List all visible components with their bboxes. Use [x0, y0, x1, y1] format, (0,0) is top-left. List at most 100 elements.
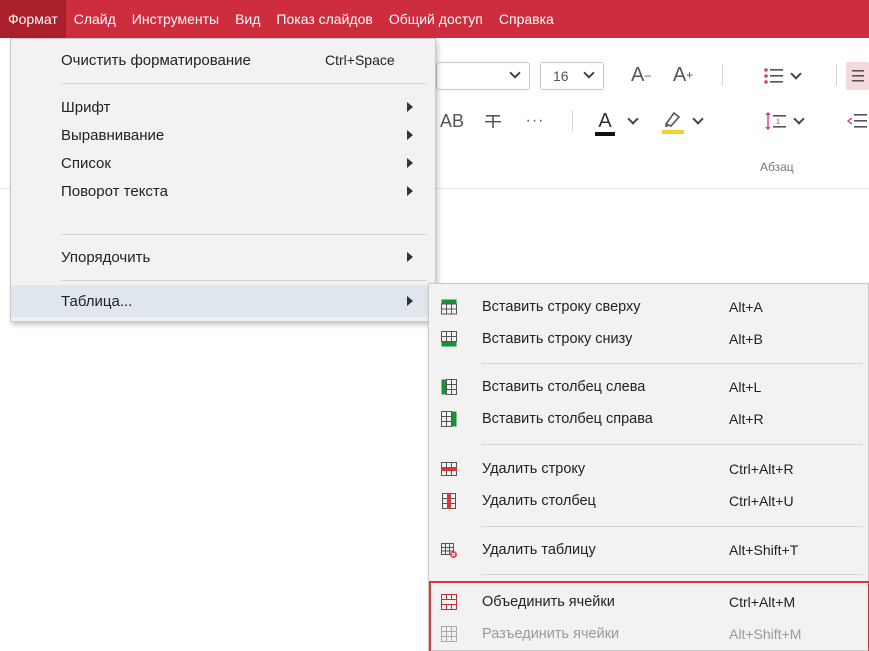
insert-row-below-shortcut: Alt+B: [729, 331, 763, 347]
delete-column-shortcut: Ctrl+Alt+U: [729, 493, 794, 509]
insert-row-above-icon: [441, 299, 457, 315]
split-cells-icon: [441, 626, 457, 642]
table-submenu: Вставить строку сверху Alt+A Вставить ст…: [428, 283, 869, 651]
merge-cells-item[interactable]: Объединить ячейки Ctrl+Alt+M: [429, 587, 868, 617]
chevron-down-icon: [627, 113, 639, 125]
delete-row-label: Удалить строку: [482, 461, 586, 477]
chevron-down-icon: [790, 68, 802, 80]
highlighter-icon: [664, 111, 681, 127]
font-color-button[interactable]: A: [590, 104, 642, 138]
more-button[interactable]: ···: [520, 106, 550, 136]
alignment-item[interactable]: Выравнивание: [11, 120, 435, 150]
delete-row-icon: [441, 462, 457, 476]
insert-row-above-shortcut: Alt+A: [729, 299, 763, 315]
menu-slide[interactable]: Слайд: [66, 0, 124, 38]
font-size-dropdown[interactable]: 16: [540, 62, 604, 90]
menu-sharing[interactable]: Общий доступ: [381, 0, 491, 38]
split-cells-shortcut: Alt+Shift+M: [729, 626, 802, 642]
insert-row-below-item[interactable]: Вставить строку снизу Alt+B: [429, 324, 868, 354]
split-cells-label: Разъединить ячейки: [482, 626, 620, 642]
shrink-font-sup: –: [644, 68, 652, 82]
all-caps-label: AB: [439, 110, 464, 131]
menu-separator: [61, 83, 427, 84]
line-spacing-icon: 1: [765, 112, 786, 130]
chevron-down-icon: [692, 113, 704, 125]
chevron-down-icon: [793, 113, 805, 125]
arrange-item[interactable]: Упорядочить: [11, 242, 435, 272]
delete-row-item[interactable]: Удалить строку Ctrl+Alt+R: [429, 454, 868, 484]
submenu-arrow-icon: [407, 252, 413, 262]
more-label: ···: [525, 112, 545, 129]
menu-separator: [61, 234, 427, 235]
delete-table-item[interactable]: Удалить таблицу Alt+Shift+T: [429, 535, 868, 565]
chevron-down-icon: [509, 67, 521, 79]
insert-column-left-item[interactable]: Вставить столбец слева Alt+L: [429, 372, 868, 402]
menu-format[interactable]: Формат: [0, 0, 66, 38]
menu-separator: [481, 526, 863, 527]
delete-table-label: Удалить таблицу: [482, 542, 596, 558]
strikethrough-icon: [485, 115, 501, 128]
align-left-icon: [851, 70, 864, 82]
font-item[interactable]: Шрифт: [11, 92, 435, 122]
insert-column-right-label: Вставить столбец справа: [482, 411, 653, 427]
font-color-bar: [595, 131, 615, 136]
grow-font-button[interactable]: A +: [670, 60, 696, 90]
divider: [572, 110, 573, 132]
menu-slideshow[interactable]: Показ слайдов: [268, 0, 380, 38]
submenu-arrow-icon: [407, 102, 413, 112]
list-label: Список: [61, 154, 111, 172]
submenu-arrow-icon: [407, 130, 413, 140]
list-item[interactable]: Список: [11, 148, 435, 178]
line-spacing-button[interactable]: 1: [760, 104, 808, 138]
all-caps-button[interactable]: AB: [437, 106, 467, 136]
decrease-indent-button[interactable]: [844, 104, 869, 138]
menu-separator: [481, 363, 863, 364]
highlight-color-button[interactable]: [656, 104, 708, 138]
delete-table-shortcut: Alt+Shift+T: [729, 542, 799, 558]
insert-column-right-shortcut: Alt+R: [729, 411, 764, 427]
clear-formatting-item[interactable]: Очистить форматирование Ctrl+Space: [11, 45, 435, 75]
menu-separator: [481, 574, 863, 575]
delete-row-shortcut: Ctrl+Alt+R: [729, 461, 794, 477]
insert-row-above-item[interactable]: Вставить строку сверху Alt+A: [429, 292, 868, 322]
menu-view[interactable]: Вид: [227, 0, 268, 38]
bullet-list-button[interactable]: [762, 62, 802, 90]
text-rotation-item[interactable]: Поворот текста: [11, 176, 435, 206]
delete-column-item[interactable]: Удалить столбец Ctrl+Alt+U: [429, 486, 868, 516]
arrange-label: Упорядочить: [61, 248, 151, 266]
align-left-button[interactable]: [846, 62, 869, 90]
split-cells-item: Разъединить ячейки Alt+Shift+M: [429, 619, 868, 649]
chevron-down-icon: [583, 67, 595, 79]
merge-cells-icon: [441, 594, 457, 610]
submenu-arrow-icon: [407, 296, 413, 306]
merge-cells-shortcut: Ctrl+Alt+M: [729, 594, 796, 610]
insert-row-above-label: Вставить строку сверху: [482, 299, 641, 315]
insert-column-left-label: Вставить столбец слева: [482, 379, 646, 395]
menu-help[interactable]: Справка: [491, 0, 562, 38]
font-size-value: 16: [553, 68, 569, 84]
format-menu: Очистить форматирование Ctrl+Space Шрифт…: [10, 38, 436, 322]
text-rotation-label: Поворот текста: [61, 182, 168, 200]
insert-column-left-shortcut: Alt+L: [729, 379, 762, 395]
svg-text:1: 1: [776, 119, 780, 126]
insert-column-right-icon: [441, 411, 457, 427]
divider: [722, 64, 723, 86]
shrink-font-button[interactable]: A –: [628, 60, 654, 90]
table-item[interactable]: Таблица...: [11, 285, 435, 317]
shrink-font-label: A: [630, 63, 645, 86]
clear-formatting-label: Очистить форматирование: [61, 51, 251, 69]
decrease-indent-icon: [846, 114, 867, 128]
menu-tools[interactable]: Инструменты: [124, 0, 227, 38]
submenu-arrow-icon: [407, 158, 413, 168]
delete-table-icon: [441, 543, 457, 558]
clear-formatting-shortcut: Ctrl+Space: [325, 52, 395, 68]
insert-column-right-item[interactable]: Вставить столбец справа Alt+R: [429, 404, 868, 434]
paragraph-group-label: Абзац: [760, 160, 794, 174]
menu-bar: Формат Слайд Инструменты Вид Показ слайд…: [0, 0, 869, 38]
grow-font-sup: +: [686, 68, 694, 82]
delete-column-icon: [442, 493, 456, 509]
font-color-label: A: [598, 109, 612, 132]
strikethrough-button[interactable]: [478, 106, 508, 136]
merge-cells-label: Объединить ячейки: [482, 594, 615, 610]
font-name-dropdown[interactable]: [436, 62, 530, 90]
